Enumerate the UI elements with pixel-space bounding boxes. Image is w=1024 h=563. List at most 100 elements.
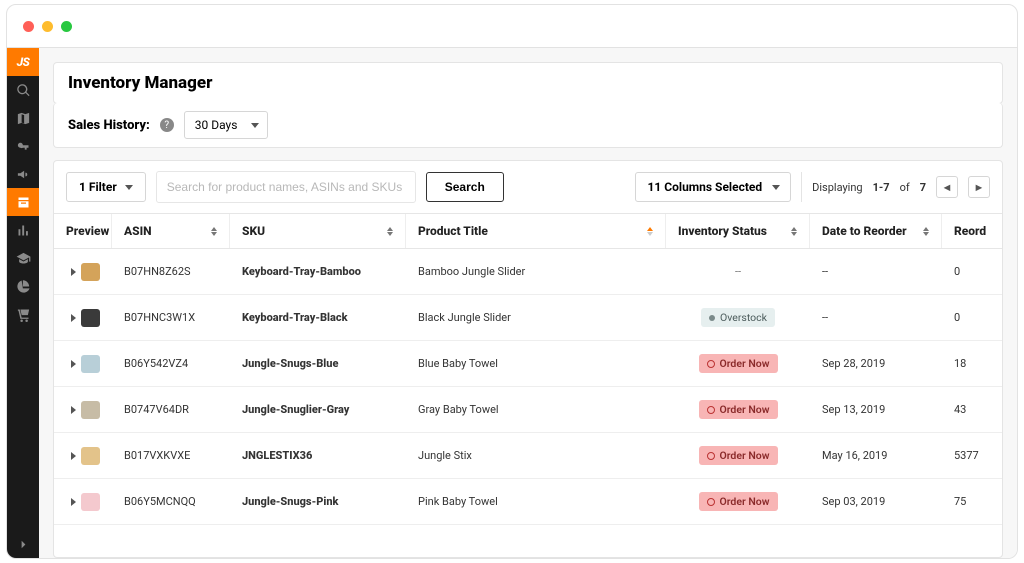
sort-icon — [387, 227, 393, 236]
cell-product-title: Jungle Stix — [406, 439, 666, 472]
cell-product-title: Pink Baby Towel — [406, 485, 666, 518]
product-thumbnail — [81, 493, 100, 511]
product-thumbnail — [81, 401, 100, 419]
column-header-date-reorder[interactable]: Date to Reorder — [810, 214, 942, 248]
expand-row-button[interactable] — [66, 452, 80, 460]
cell-sku: Keyboard-Tray-Bamboo — [230, 255, 406, 288]
cell-date-reorder: Sep 03, 2019 — [810, 485, 942, 518]
chevron-right-icon — [71, 498, 76, 506]
table-card: 1 Filter Search 11 Columns Selected Disp… — [53, 160, 1003, 558]
next-page-button[interactable]: ► — [968, 176, 990, 198]
chevron-down-icon — [251, 123, 259, 128]
cell-inventory-status: Order Now — [666, 436, 810, 475]
cell-date-reorder: -- — [810, 301, 942, 334]
sidebar-item-analytics[interactable] — [7, 272, 39, 300]
filter-button[interactable]: 1 Filter — [66, 172, 146, 202]
chevron-right-icon — [16, 537, 31, 552]
pie-chart-icon — [16, 279, 31, 294]
sidebar-item-map[interactable] — [7, 104, 39, 132]
cell-preview — [54, 437, 112, 475]
divider — [801, 172, 802, 202]
sidebar-item-cart[interactable] — [7, 300, 39, 328]
search-button[interactable]: Search — [426, 172, 504, 202]
sidebar-item-megaphone[interactable] — [7, 160, 39, 188]
sales-history-value: 30 Days — [195, 118, 238, 132]
sales-history-card: Sales History: ? 30 Days — [53, 103, 1003, 148]
column-header-inventory-status[interactable]: Inventory Status — [666, 214, 810, 248]
cell-product-title: Black Jungle Slider — [406, 301, 666, 334]
cart-icon — [16, 307, 31, 322]
status-empty: -- — [735, 265, 741, 278]
cell-inventory-status: Order Now — [666, 390, 810, 429]
search-icon — [16, 83, 31, 98]
sidebar-item-bars[interactable] — [7, 216, 39, 244]
cell-asin: B07HN8Z62S — [112, 255, 230, 288]
table-row: B07HN8Z62SKeyboard-Tray-BambooBamboo Jun… — [54, 249, 1002, 295]
expand-row-button[interactable] — [66, 314, 80, 322]
displaying-total: 7 — [920, 181, 926, 194]
cell-inventory-status: Overstock — [666, 298, 810, 337]
chevron-right-icon — [71, 452, 76, 460]
cell-sku: JNGLESTIX36 — [230, 439, 406, 472]
expand-row-button[interactable] — [66, 498, 80, 506]
sort-icon — [923, 227, 929, 236]
sales-history-select[interactable]: 30 Days — [184, 111, 269, 139]
app-logo[interactable]: JS — [7, 48, 39, 76]
sales-history-label: Sales History: — [68, 118, 150, 133]
columns-select[interactable]: 11 Columns Selected — [635, 172, 792, 202]
table-row: B0747V64DRJungle-Snuglier-GrayGray Baby … — [54, 387, 1002, 433]
column-header-reorder-qty[interactable]: Reord — [942, 214, 1002, 248]
cell-asin: B017VXKVXE — [112, 439, 230, 472]
table-row: B06Y5MCNQQJungle-Snugs-PinkPink Baby Tow… — [54, 479, 1002, 525]
table-row: B017VXKVXEJNGLESTIX36Jungle Stix Order No… — [54, 433, 1002, 479]
filter-label: 1 Filter — [79, 180, 117, 194]
expand-row-button[interactable] — [66, 268, 80, 276]
sidebar-item-search[interactable] — [7, 76, 39, 104]
cell-product-title: Blue Baby Towel — [406, 347, 666, 380]
cell-sku: Keyboard-Tray-Black — [230, 301, 406, 334]
product-thumbnail — [81, 309, 100, 327]
cell-reorder-qty: 18 — [942, 347, 1002, 380]
status-badge-order-now[interactable]: Order Now — [699, 400, 778, 419]
sidebar-item-inventory[interactable] — [7, 188, 39, 216]
search-input[interactable] — [156, 171, 416, 203]
expand-row-button[interactable] — [66, 360, 80, 368]
cell-inventory-status: Order Now — [666, 482, 810, 521]
chevron-right-icon — [71, 406, 76, 414]
table-header: Preview ASIN SKU Product Title Inventory… — [54, 213, 1002, 249]
cell-product-title: Gray Baby Towel — [406, 393, 666, 426]
maximize-window-icon[interactable] — [61, 21, 72, 32]
status-badge-order-now[interactable]: Order Now — [699, 354, 778, 373]
sidebar-expand[interactable] — [7, 530, 39, 558]
cell-inventory-status: Order Now — [666, 344, 810, 383]
main-content: Inventory Manager Sales History: ? 30 Da… — [39, 48, 1017, 558]
cell-preview — [54, 483, 112, 521]
close-window-icon[interactable] — [23, 21, 34, 32]
page-title: Inventory Manager — [68, 73, 988, 93]
expand-row-button[interactable] — [66, 406, 80, 414]
cell-preview — [54, 253, 112, 291]
chevron-right-icon — [71, 360, 76, 368]
prev-page-button[interactable]: ◄ — [936, 176, 958, 198]
cell-asin: B07HNC3W1X — [112, 301, 230, 334]
status-badge-order-now[interactable]: Order Now — [699, 446, 778, 465]
app-shell: JS Inventory Manager Sales History: ? 30… — [6, 48, 1018, 559]
product-thumbnail — [81, 447, 100, 465]
minimize-window-icon[interactable] — [42, 21, 53, 32]
column-header-product-title[interactable]: Product Title — [406, 214, 666, 248]
cell-preview — [54, 299, 112, 337]
cell-reorder-qty: 0 — [942, 255, 1002, 288]
table-body: B07HN8Z62SKeyboard-Tray-BambooBamboo Jun… — [54, 249, 1002, 557]
cell-preview — [54, 345, 112, 383]
status-badge-order-now[interactable]: Order Now — [699, 492, 778, 511]
help-icon[interactable]: ? — [160, 118, 174, 132]
sidebar-item-key[interactable] — [7, 132, 39, 160]
chevron-right-icon — [71, 268, 76, 276]
sidebar-item-academy[interactable] — [7, 244, 39, 272]
chevron-down-icon — [772, 185, 780, 190]
column-header-asin[interactable]: ASIN — [112, 214, 230, 248]
column-header-sku[interactable]: SKU — [230, 214, 406, 248]
cell-sku: Jungle-Snuglier-Gray — [230, 393, 406, 426]
megaphone-icon — [16, 167, 31, 182]
cell-asin: B06Y542VZ4 — [112, 347, 230, 380]
